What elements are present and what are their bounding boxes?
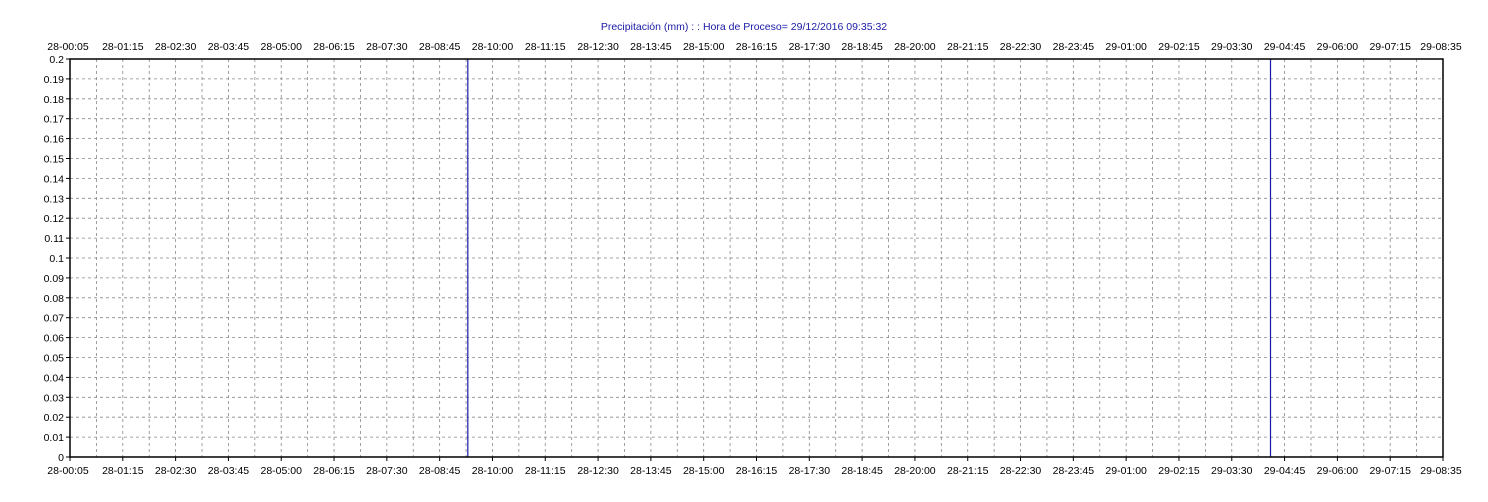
y-tick-label: 0.02 (44, 412, 65, 424)
x-axis-top: 28-00:05 28-01:15 28-02:30 28-03:45 28-05:00… (47, 41, 1462, 53)
y-tick-label: 0.03 (44, 392, 65, 404)
x-tick-label-bottom: 28-01:15 (102, 465, 144, 477)
x-tick-label-top: 29-03:30 (1211, 41, 1253, 53)
x-tick-label-bottom: 29-06:00 (1317, 465, 1359, 477)
y-tick-label: 0.01 (44, 432, 65, 444)
x-tick-label-bottom: 29-08:35 (1420, 465, 1462, 477)
x-tick-label-top: 28-23:45 (1053, 41, 1095, 53)
y-tick-label: 0.08 (44, 293, 65, 305)
x-tick-label-bottom: 28-15:00 (683, 465, 725, 477)
x-tick-label-top: 28-02:30 (155, 41, 197, 53)
x-tick-label-top: 28-17:30 (789, 41, 831, 53)
x-tick-label-bottom: 29-04:45 (1264, 465, 1306, 477)
x-tick-label-top: 29-01:00 (1105, 41, 1147, 53)
y-axis: 0 0.01 0.02 0.03 0.04 0.05 0.06 0.07 0.08 0.09 0.1… (44, 54, 70, 464)
x-tick-label-top: 28-05:00 (261, 41, 303, 53)
x-tick-label-top: 28-16:15 (736, 41, 778, 53)
x-tick-label-bottom: 28-16:15 (736, 465, 778, 477)
chart-svg: Precipitación (mm) : : Hora de Proceso= … (44, 21, 1462, 477)
x-axis-bottom: 28-00:05 28-01:15 28-02:30 28-03:45 28-05:00… (47, 457, 1462, 477)
precipitation-chart: Precipitación (mm) : : Hora de Proceso= … (0, 0, 1488, 497)
x-tick-label-top: 29-06:00 (1317, 41, 1359, 53)
y-tick-label: 0.2 (49, 54, 64, 66)
x-tick-label-top: 28-15:00 (683, 41, 725, 53)
x-tick-label-bottom: 28-10:00 (472, 465, 514, 477)
grid-layer (70, 59, 1443, 457)
x-tick-label-top: 28-13:45 (630, 41, 672, 53)
x-tick-label-bottom: 28-21:15 (947, 465, 989, 477)
x-tick-label-bottom: 28-03:45 (208, 465, 250, 477)
x-tick-label-bottom: 28-05:00 (261, 465, 303, 477)
x-tick-label-top: 28-03:45 (208, 41, 250, 53)
x-tick-label-bottom: 28-20:00 (894, 465, 936, 477)
y-tick-label: 0.05 (44, 353, 65, 365)
x-tick-label-top: 28-06:15 (313, 41, 355, 53)
x-tick-label-bottom: 28-23:45 (1053, 465, 1095, 477)
y-tick-label: 0.12 (44, 213, 65, 225)
x-tick-label-top: 29-07:15 (1369, 41, 1411, 53)
x-tick-label-bottom: 29-01:00 (1105, 465, 1147, 477)
x-tick-label-bottom: 28-12:30 (577, 465, 619, 477)
y-tick-label: 0.04 (44, 372, 65, 384)
x-tick-label-top: 29-02:15 (1158, 41, 1200, 53)
x-tick-label-top: 28-21:15 (947, 41, 989, 53)
x-tick-label-bottom: 28-13:45 (630, 465, 672, 477)
chart-title: Precipitación (mm) : : Hora de Proceso= … (601, 21, 887, 33)
x-tick-label-bottom: 28-22:30 (1000, 465, 1042, 477)
x-tick-label-top: 28-20:00 (894, 41, 936, 53)
y-tick-label: 0.06 (44, 333, 65, 345)
y-tick-label: 0.09 (44, 273, 65, 285)
x-tick-label-bottom: 29-02:15 (1158, 465, 1200, 477)
x-tick-label-bottom: 28-08:45 (419, 465, 461, 477)
x-tick-label-top: 28-01:15 (102, 41, 144, 53)
x-tick-label-bottom: 28-02:30 (155, 465, 197, 477)
x-tick-label-bottom: 29-03:30 (1211, 465, 1253, 477)
y-tick-label: 0.16 (44, 134, 65, 146)
x-tick-label-bottom: 29-07:15 (1369, 465, 1411, 477)
x-tick-label-top: 28-08:45 (419, 41, 461, 53)
y-tick-label: 0.07 (44, 313, 65, 325)
x-tick-label-top: 28-12:30 (577, 41, 619, 53)
x-tick-label-top: 28-10:00 (472, 41, 514, 53)
x-tick-label-bottom: 28-17:30 (789, 465, 831, 477)
x-tick-label-top: 28-22:30 (1000, 41, 1042, 53)
y-tick-label: 0.11 (44, 233, 64, 245)
y-tick-label: 0.19 (44, 74, 65, 86)
x-tick-label-bottom: 28-00:05 (47, 465, 89, 477)
x-tick-label-bottom: 28-11:15 (525, 465, 566, 477)
y-tick-label: 0.13 (44, 193, 65, 205)
y-tick-label: 0 (58, 452, 64, 464)
x-tick-label-top: 29-08:35 (1420, 41, 1462, 53)
x-tick-label-top: 28-18:45 (841, 41, 883, 53)
x-tick-label-top: 28-11:15 (525, 41, 566, 53)
y-tick-label: 0.18 (44, 94, 65, 106)
x-tick-label-bottom: 28-18:45 (841, 465, 883, 477)
y-tick-label: 0.15 (44, 154, 65, 166)
y-tick-label: 0.14 (44, 173, 65, 185)
x-tick-label-top: 28-07:30 (366, 41, 408, 53)
x-tick-label-bottom: 28-07:30 (366, 465, 408, 477)
y-tick-label: 0.17 (44, 114, 65, 126)
y-tick-label: 0.1 (49, 253, 64, 265)
x-tick-label-top: 29-04:45 (1264, 41, 1306, 53)
x-tick-label-top: 28-00:05 (47, 41, 89, 53)
x-tick-label-bottom: 28-06:15 (313, 465, 355, 477)
